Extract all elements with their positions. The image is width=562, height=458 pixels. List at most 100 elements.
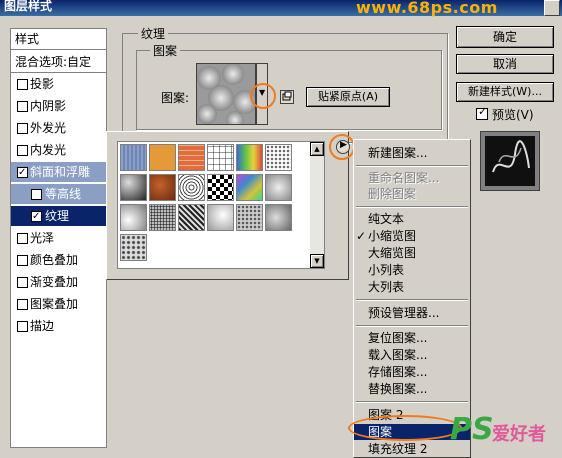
style-list: 样式 混合选项:自定 投影 内阴影 外发光 内发光 斜面和浮雕 等高线 纹理 光… bbox=[10, 28, 107, 448]
style-item-label: 图案叠加 bbox=[30, 297, 79, 311]
pattern-swatch[interactable] bbox=[236, 174, 263, 201]
pattern-swatch[interactable] bbox=[149, 174, 176, 201]
new-style-button[interactable]: 新建样式(W)... bbox=[456, 82, 554, 102]
style-item-contour[interactable]: 等高线 bbox=[11, 184, 106, 204]
highlight-ring bbox=[329, 134, 355, 160]
style-item-outer-glow[interactable]: 外发光 bbox=[11, 118, 106, 138]
snap-to-origin-button[interactable]: 贴紧原点(A) bbox=[306, 87, 390, 107]
pattern-swatch[interactable] bbox=[207, 144, 234, 171]
highlight-ring bbox=[250, 83, 276, 109]
pattern-swatch[interactable] bbox=[207, 204, 234, 231]
menu-item-large-list[interactable]: 大列表 bbox=[354, 279, 470, 295]
site-name: 爱好者 bbox=[492, 424, 546, 445]
checkbox[interactable] bbox=[17, 123, 28, 134]
pattern-swatch[interactable] bbox=[149, 144, 176, 171]
pattern-swatch[interactable] bbox=[265, 174, 292, 201]
style-header-label: 样式 bbox=[15, 32, 40, 46]
checkbox[interactable] bbox=[17, 233, 28, 244]
texture-group-label: 纹理 bbox=[138, 25, 169, 42]
menu-item-replace-patterns[interactable]: 替换图案... bbox=[354, 381, 470, 397]
checkbox[interactable] bbox=[17, 299, 28, 310]
scroll-up-button[interactable]: ▲ bbox=[310, 142, 324, 156]
pattern-swatch[interactable] bbox=[120, 204, 147, 231]
style-item-pattern-overlay[interactable]: 图案叠加 bbox=[11, 294, 106, 314]
scroll-down-button[interactable]: ▼ bbox=[310, 254, 324, 268]
style-item-inner-glow[interactable]: 内发光 bbox=[11, 140, 106, 160]
checkbox[interactable] bbox=[31, 189, 42, 200]
style-item-label: 等高线 bbox=[45, 187, 82, 201]
style-item-inner-shadow[interactable]: 内阴影 bbox=[11, 96, 106, 116]
style-item-label: 描边 bbox=[30, 319, 55, 333]
preview-label: 预览(V) bbox=[492, 108, 534, 122]
style-item-label: 内阴影 bbox=[30, 99, 67, 113]
pattern-group-label: 图案 bbox=[150, 42, 181, 59]
menu-item-text-only[interactable]: 纯文本 bbox=[354, 211, 470, 227]
pattern-swatch[interactable] bbox=[236, 204, 263, 231]
pattern-swatch-grid bbox=[117, 141, 325, 269]
checkbox[interactable] bbox=[17, 101, 28, 112]
checkbox[interactable] bbox=[17, 145, 28, 156]
menu-item-load-patterns[interactable]: 载入图案... bbox=[354, 347, 470, 363]
menu-item-preset-manager[interactable]: 预设管理器... bbox=[354, 305, 470, 321]
pattern-swatch[interactable] bbox=[149, 204, 176, 231]
menu-item-small-thumbnail[interactable]: ✓ 小缩览图 bbox=[354, 228, 470, 244]
preview-checkbox[interactable]: ✓ bbox=[476, 105, 488, 120]
style-item-drop-shadow[interactable]: 投影 bbox=[11, 74, 106, 94]
menu-item-rename-pattern[interactable]: 重命名图案... bbox=[354, 170, 470, 186]
blend-options-item[interactable]: 混合选项:自定 bbox=[11, 52, 106, 72]
menu-item-reset-patterns[interactable]: 复位图案... bbox=[354, 330, 470, 346]
style-item-label: 投影 bbox=[30, 77, 55, 91]
style-item-label: 内发光 bbox=[30, 143, 67, 157]
menu-item-new-pattern[interactable]: 新建图案... bbox=[354, 145, 470, 161]
style-item-stroke[interactable]: 描边 bbox=[11, 316, 106, 336]
style-item-label: 斜面和浮雕 bbox=[30, 165, 91, 179]
pattern-label: 图案: bbox=[161, 91, 190, 105]
checkbox[interactable] bbox=[17, 163, 28, 183]
style-item-label: 纹理 bbox=[45, 209, 70, 223]
style-item-color-overlay[interactable]: 颜色叠加 bbox=[11, 250, 106, 270]
checkbox[interactable] bbox=[17, 79, 28, 90]
menu-item-save-patterns[interactable]: 存储图案... bbox=[354, 364, 470, 380]
style-list-header: 样式 bbox=[11, 29, 106, 49]
style-item-gradient-overlay[interactable]: 渐变叠加 bbox=[11, 272, 106, 292]
ok-button[interactable]: 确定 bbox=[456, 26, 554, 48]
close-button[interactable] bbox=[544, 0, 560, 16]
style-item-label: 渐变叠加 bbox=[30, 275, 79, 289]
blend-options-label: 混合选项:自定 bbox=[15, 55, 92, 69]
pattern-swatch[interactable] bbox=[236, 144, 263, 171]
window-title: 图层样式 bbox=[4, 0, 53, 13]
pattern-swatch[interactable] bbox=[265, 144, 292, 171]
pattern-swatch[interactable] bbox=[120, 234, 147, 261]
checkbox[interactable] bbox=[31, 207, 42, 227]
style-item-satin[interactable]: 光泽 bbox=[11, 228, 106, 248]
cancel-button[interactable]: 取消 bbox=[456, 54, 554, 74]
pattern-swatch[interactable] bbox=[178, 144, 205, 171]
checkbox[interactable] bbox=[17, 255, 28, 266]
new-preset-icon[interactable] bbox=[280, 90, 294, 104]
ps-logo: PS bbox=[450, 412, 494, 447]
picker-scrollbar[interactable]: ▲ ▼ bbox=[310, 142, 324, 268]
checkbox[interactable] bbox=[17, 277, 28, 288]
pattern-swatch[interactable] bbox=[120, 174, 147, 201]
style-item-label: 颜色叠加 bbox=[30, 253, 79, 267]
style-item-label: 外发光 bbox=[30, 121, 67, 135]
pattern-swatch[interactable] bbox=[178, 174, 205, 201]
style-preview-thumbnail bbox=[480, 131, 540, 191]
pattern-swatch[interactable] bbox=[178, 204, 205, 231]
checkmark-icon: ✓ bbox=[356, 229, 367, 243]
menu-item-large-thumbnail[interactable]: 大缩览图 bbox=[354, 245, 470, 261]
title-bar: 图层样式 www.68ps.com bbox=[0, 0, 562, 17]
pattern-swatch[interactable] bbox=[265, 204, 292, 231]
pattern-swatch[interactable] bbox=[120, 144, 147, 171]
pattern-preview[interactable] bbox=[196, 63, 257, 129]
watermark-text: www.68ps.com bbox=[356, 0, 498, 17]
menu-item-delete-pattern[interactable]: 删除图案 bbox=[354, 186, 470, 202]
checkbox[interactable] bbox=[17, 321, 28, 332]
style-item-texture[interactable]: 纹理 bbox=[11, 206, 106, 227]
highlight-ring bbox=[348, 415, 462, 441]
pattern-context-menu: 新建图案... 重命名图案... 删除图案 纯文本 ✓ 小缩览图 大缩览图 小列… bbox=[353, 139, 471, 458]
style-item-bevel-emboss[interactable]: 斜面和浮雕 bbox=[11, 162, 106, 183]
menu-item-small-list[interactable]: 小列表 bbox=[354, 262, 470, 278]
style-item-label: 光泽 bbox=[30, 231, 55, 245]
pattern-swatch[interactable] bbox=[207, 174, 234, 201]
